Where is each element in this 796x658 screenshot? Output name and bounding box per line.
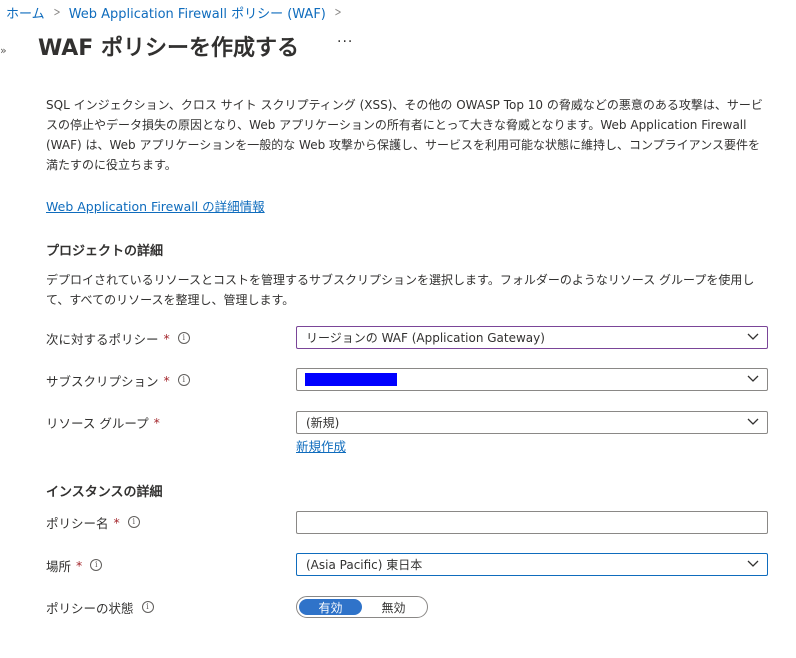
page-title: WAF ポリシーを作成する [38, 36, 299, 61]
policy-state-enabled-option[interactable]: 有効 [299, 599, 362, 615]
required-mark: * [76, 557, 83, 573]
chevron-down-icon [747, 375, 759, 382]
breadcrumb-waf-link[interactable]: Web Application Firewall ポリシー (WAF) [69, 3, 326, 22]
subscription-dropdown[interactable] [296, 368, 768, 391]
policy-state-label-text: ポリシーの状態 [46, 600, 134, 616]
resource-group-label: リソース グループ * [46, 411, 160, 433]
chevron-down-icon [747, 418, 759, 425]
policy-state-toggle[interactable]: 有効 無効 [296, 596, 428, 618]
policy-for-value: リージョンの WAF (Application Gateway) [306, 331, 545, 345]
policy-state-label: ポリシーの状態 i [46, 596, 154, 618]
breadcrumb-separator-icon: > [53, 5, 61, 19]
redacted-subscription-value [305, 373, 397, 386]
project-details-heading: プロジェクトの詳細 [46, 244, 164, 259]
info-icon[interactable]: i [141, 601, 154, 613]
policy-for-dropdown[interactable]: リージョンの WAF (Application Gateway) [296, 326, 768, 349]
policy-name-label: ポリシー名 * i [46, 511, 140, 533]
location-value: (Asia Pacific) 東日本 [306, 558, 423, 572]
location-label-text: 場所 [46, 558, 72, 574]
learn-more-link[interactable]: Web Application Firewall の詳細情報 [46, 196, 265, 215]
policy-for-label: 次に対するポリシー * i [46, 327, 190, 349]
breadcrumb-home-link[interactable]: ホーム [6, 3, 45, 22]
resource-group-label-text: リソース グループ [46, 415, 149, 431]
expand-sidebar-icon[interactable]: » [0, 44, 7, 57]
subscription-label: サブスクリプション * i [46, 369, 190, 391]
resource-group-dropdown[interactable]: (新規) [296, 411, 768, 434]
policy-name-input[interactable] [296, 511, 768, 534]
intro-description: SQL インジェクション、クロス サイト スクリプティング (XSS)、その他の… [46, 98, 763, 172]
chevron-down-icon [747, 333, 759, 340]
instance-details-heading: インスタンスの詳細 [46, 485, 163, 500]
info-icon[interactable]: i [177, 374, 190, 386]
more-options-button[interactable]: ··· [337, 34, 353, 50]
required-mark: * [163, 372, 170, 388]
subscription-label-text: サブスクリプション [46, 373, 159, 389]
required-mark: * [163, 330, 170, 346]
create-new-resource-group-link[interactable]: 新規作成 [296, 436, 346, 455]
intro-section: SQL インジェクション、クロス サイト スクリプティング (XSS)、その他の… [46, 95, 766, 175]
policy-state-disabled-option[interactable]: 無効 [362, 599, 425, 615]
info-icon[interactable]: i [177, 332, 190, 344]
project-details-description: デプロイされているリソースとコストを管理するサブスクリプションを選択します。フォ… [46, 273, 755, 307]
info-icon[interactable]: i [127, 516, 140, 528]
policy-name-label-text: ポリシー名 [46, 515, 109, 531]
resource-group-value: (新規) [306, 416, 340, 430]
breadcrumb-separator-icon: > [334, 5, 342, 19]
info-icon[interactable]: i [90, 559, 103, 571]
required-mark: * [153, 414, 160, 430]
policy-for-label-text: 次に対するポリシー [46, 331, 159, 347]
location-dropdown[interactable]: (Asia Pacific) 東日本 [296, 553, 768, 576]
chevron-down-icon [747, 560, 759, 567]
location-label: 場所 * i [46, 554, 103, 576]
required-mark: * [113, 514, 120, 530]
breadcrumb: ホーム > Web Application Firewall ポリシー (WAF… [6, 2, 350, 22]
